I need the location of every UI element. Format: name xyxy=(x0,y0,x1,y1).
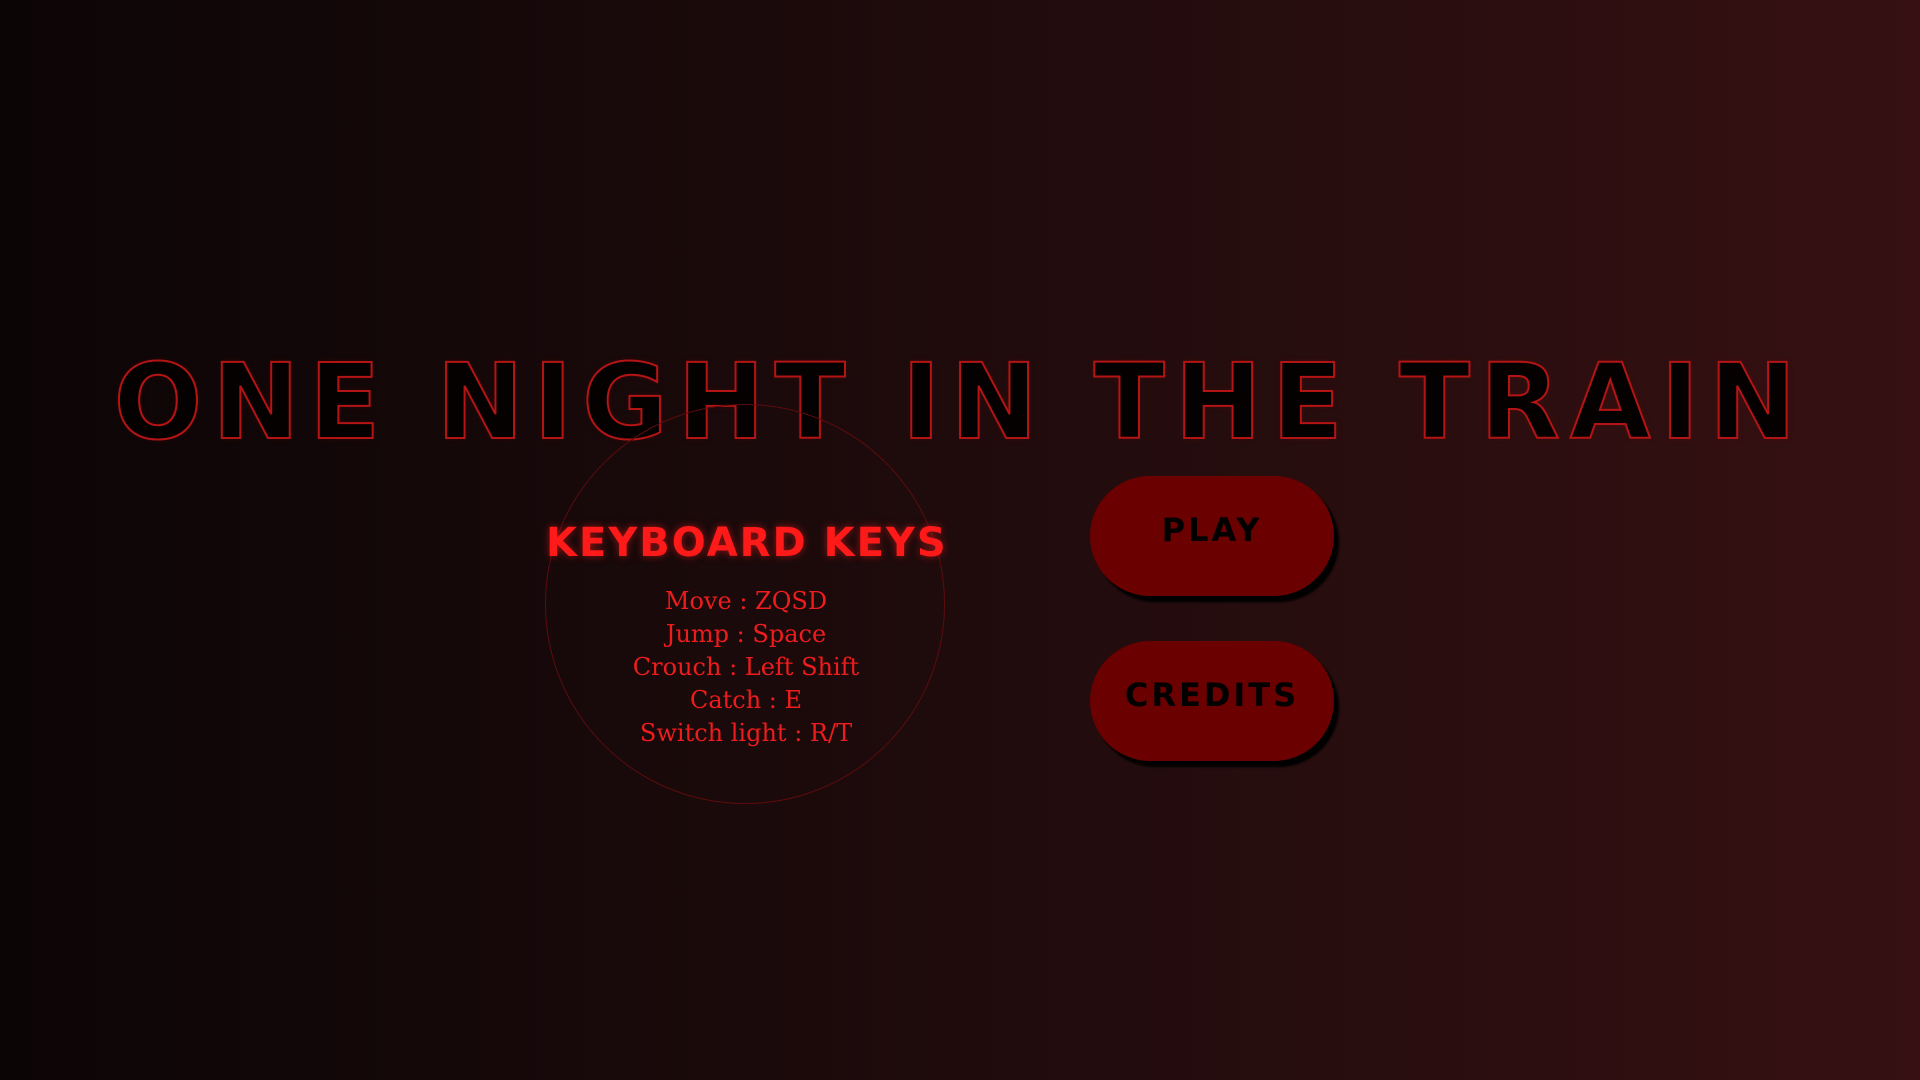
key-binding-jump: Jump : Space xyxy=(665,620,827,648)
play-button[interactable]: Play xyxy=(1090,476,1334,596)
key-binding-crouch: Crouch : Left Shift xyxy=(632,653,860,681)
credits-button[interactable]: Credits xyxy=(1090,641,1334,761)
key-binding-switch-light: Switch light : R/T xyxy=(639,719,853,747)
keyboard-keys-panel: Keyboard Keys Move : ZQSD Jump : Space C… xyxy=(545,404,948,804)
key-binding-move: Move : ZQSD xyxy=(664,587,828,615)
keyboard-keys-list: Move : ZQSD Jump : Space Crouch : Left S… xyxy=(546,585,946,750)
game-title: One Night in the Train xyxy=(113,340,1807,464)
main-menu-screen: One Night in the Train Keyboard Keys Mov… xyxy=(0,0,1920,1080)
play-button-label: Play xyxy=(1161,511,1263,549)
key-binding-catch: Catch : E xyxy=(689,686,803,714)
credits-button-label: Credits xyxy=(1124,676,1300,714)
keyboard-keys-heading: Keyboard Keys xyxy=(546,520,948,566)
